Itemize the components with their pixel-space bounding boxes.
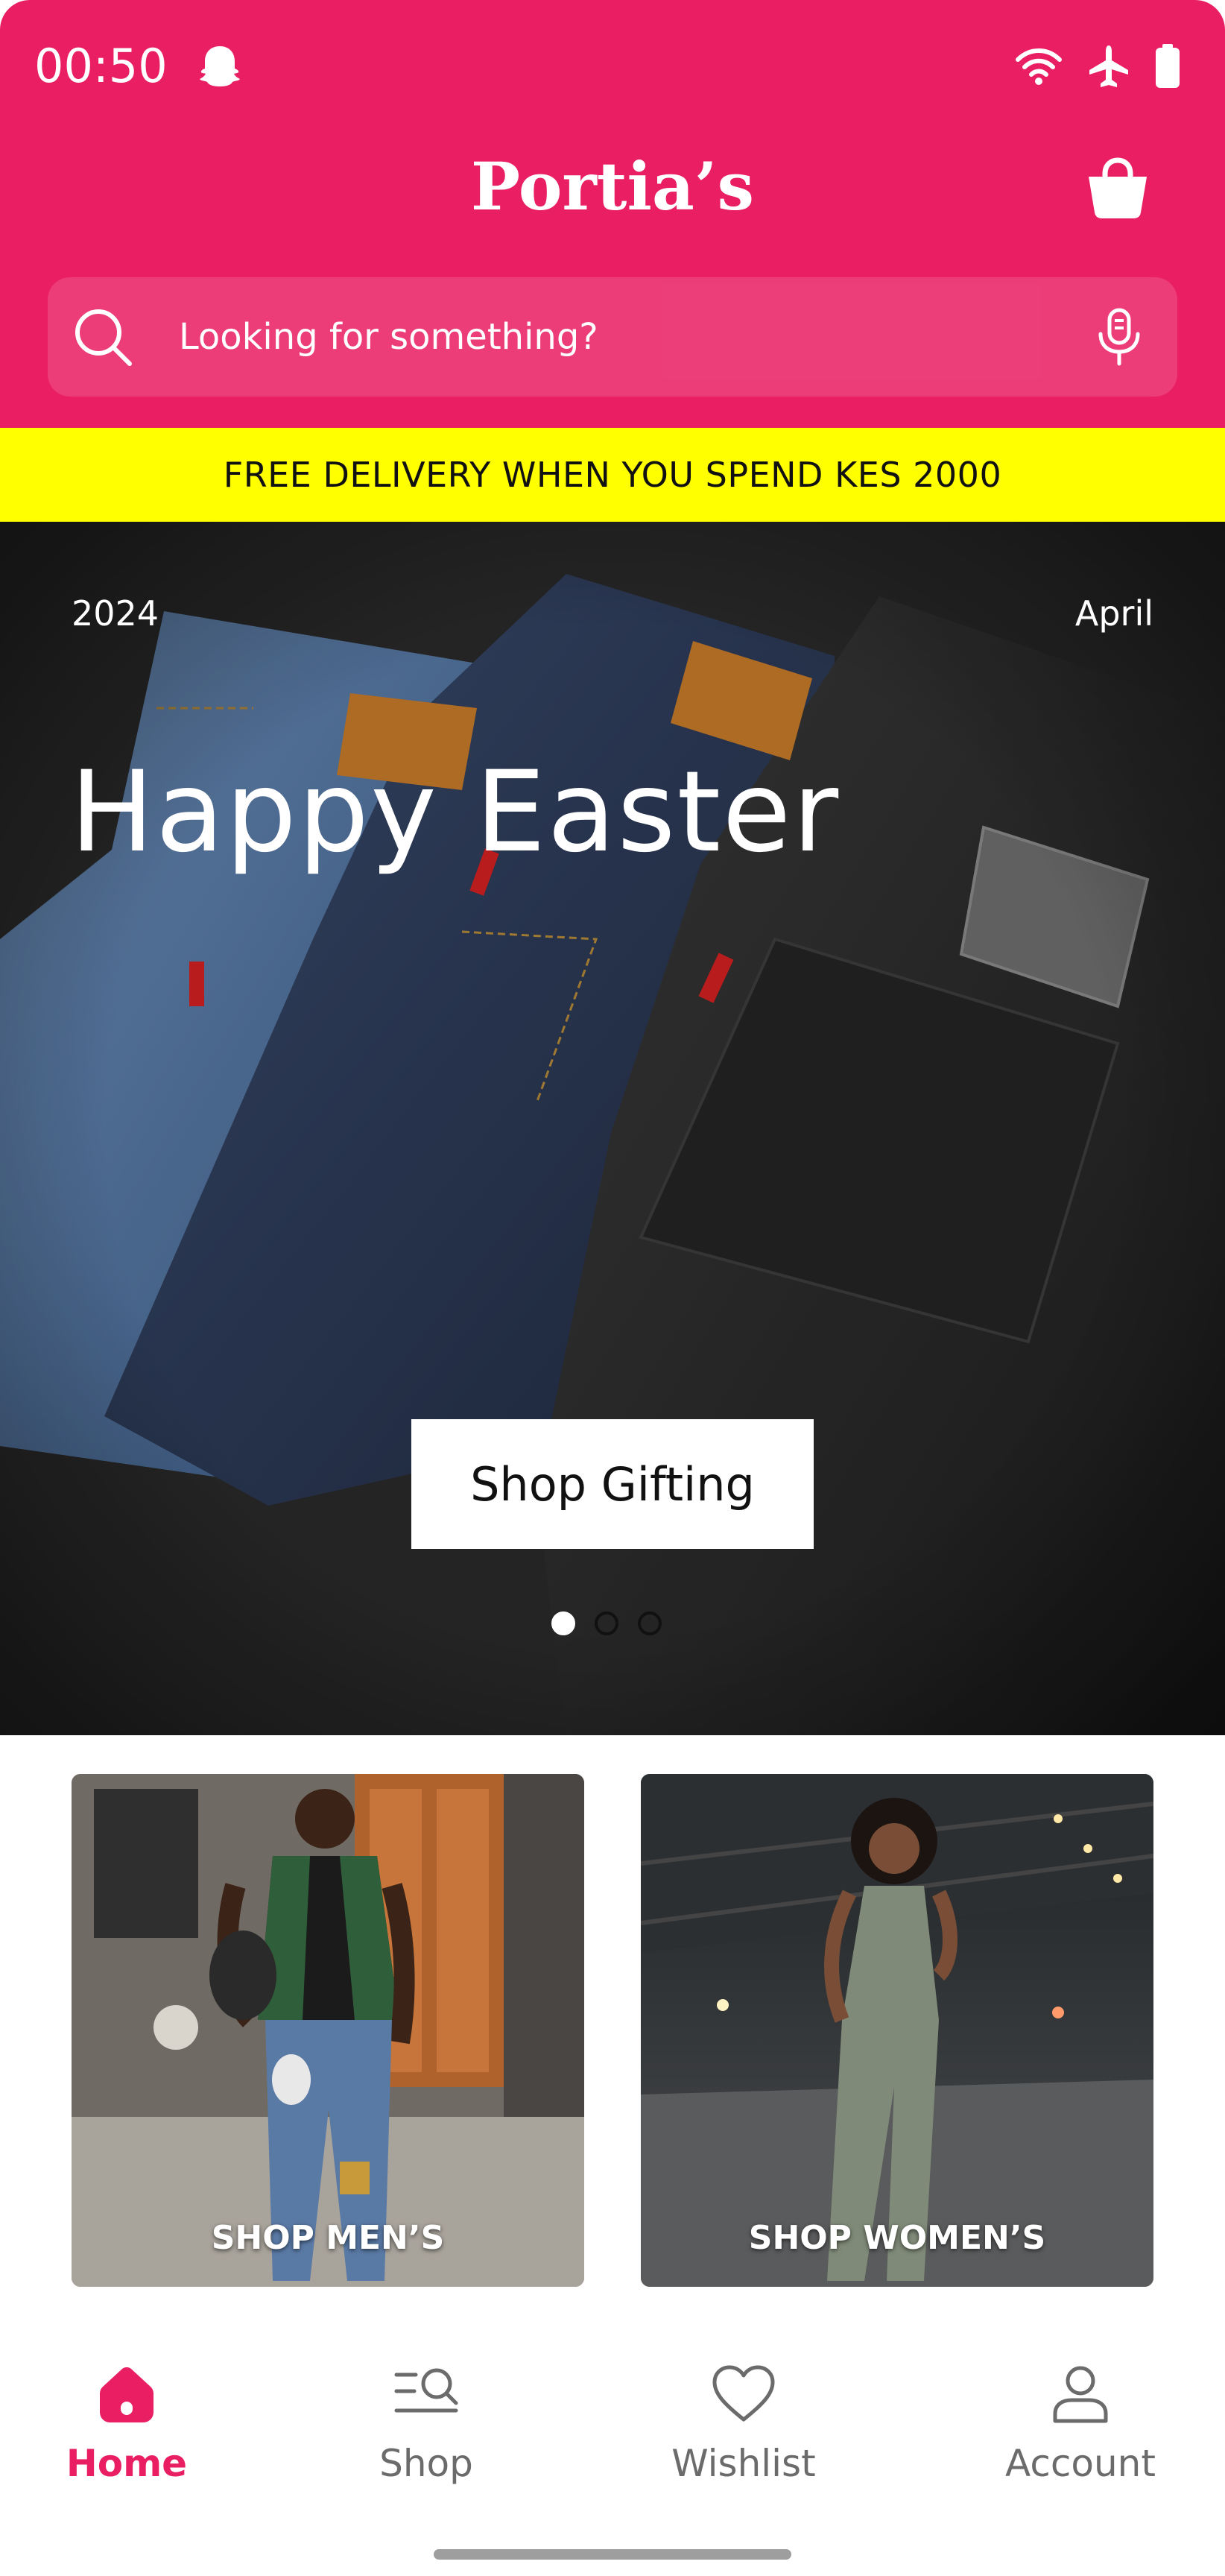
mens-photo bbox=[72, 1774, 584, 2287]
hero-month: April bbox=[1074, 593, 1153, 634]
status-time: 00:50 bbox=[34, 39, 168, 93]
home-icon bbox=[100, 2367, 153, 2422]
nav-wishlist[interactable]: Wishlist bbox=[632, 2318, 855, 2490]
ghost-notification-icon bbox=[200, 46, 240, 86]
heart-icon bbox=[712, 2365, 775, 2422]
brand-logo: Portia’s bbox=[470, 148, 755, 225]
nav-account[interactable]: Account bbox=[969, 2318, 1192, 2490]
nav-wishlist-label: Wishlist bbox=[671, 2442, 816, 2485]
hero-year: 2024 bbox=[72, 593, 159, 634]
hero-image-jeans bbox=[0, 522, 1225, 1735]
app-header: 00:50 Portia’s bbox=[0, 0, 1225, 428]
user-icon bbox=[1053, 2366, 1108, 2423]
hero-carousel[interactable]: 2024 April Happy Easter Shop Gifting bbox=[0, 522, 1225, 1735]
free-delivery-banner: FREE DELIVERY WHEN YOU SPEND KES 2000 bbox=[0, 428, 1225, 522]
cart-button[interactable] bbox=[1079, 149, 1156, 227]
airplane-mode-icon bbox=[1089, 45, 1128, 87]
womens-photo bbox=[641, 1774, 1153, 2287]
gesture-home-indicator[interactable] bbox=[434, 2549, 791, 2560]
search-input[interactable] bbox=[179, 277, 1043, 397]
carousel-pagination bbox=[0, 1611, 1219, 1635]
status-icons bbox=[1015, 42, 1180, 91]
nav-shop-label: Shop bbox=[379, 2442, 473, 2485]
carousel-dot-3[interactable] bbox=[638, 1611, 662, 1635]
shop-womens-label: SHOP WOMEN’S bbox=[748, 2219, 1046, 2257]
shop-gifting-button[interactable]: Shop Gifting bbox=[411, 1419, 814, 1549]
microphone-icon[interactable] bbox=[1088, 306, 1150, 368]
shopping-bag-icon bbox=[1089, 157, 1147, 218]
bottom-navigation: Home Shop Wishlist Account bbox=[0, 2318, 1225, 2576]
shop-search-icon bbox=[394, 2368, 458, 2413]
shop-mens-label: SHOP MEN’S bbox=[211, 2219, 445, 2257]
nav-home-label: Home bbox=[66, 2442, 188, 2485]
shop-womens-tile[interactable]: SHOP WOMEN’S bbox=[641, 1774, 1153, 2287]
wifi-icon bbox=[1016, 48, 1062, 85]
search-icon[interactable] bbox=[70, 304, 136, 370]
carousel-dot-1[interactable] bbox=[551, 1611, 575, 1635]
nav-account-label: Account bbox=[1005, 2442, 1156, 2485]
battery-icon bbox=[1156, 44, 1180, 88]
carousel-dot-2[interactable] bbox=[595, 1611, 618, 1635]
hero-title: Happy Easter bbox=[70, 748, 841, 877]
shop-mens-tile[interactable]: SHOP MEN’S bbox=[72, 1774, 584, 2287]
nav-home[interactable]: Home bbox=[15, 2318, 238, 2490]
nav-shop[interactable]: Shop bbox=[314, 2318, 538, 2490]
search-bar[interactable] bbox=[48, 277, 1177, 397]
